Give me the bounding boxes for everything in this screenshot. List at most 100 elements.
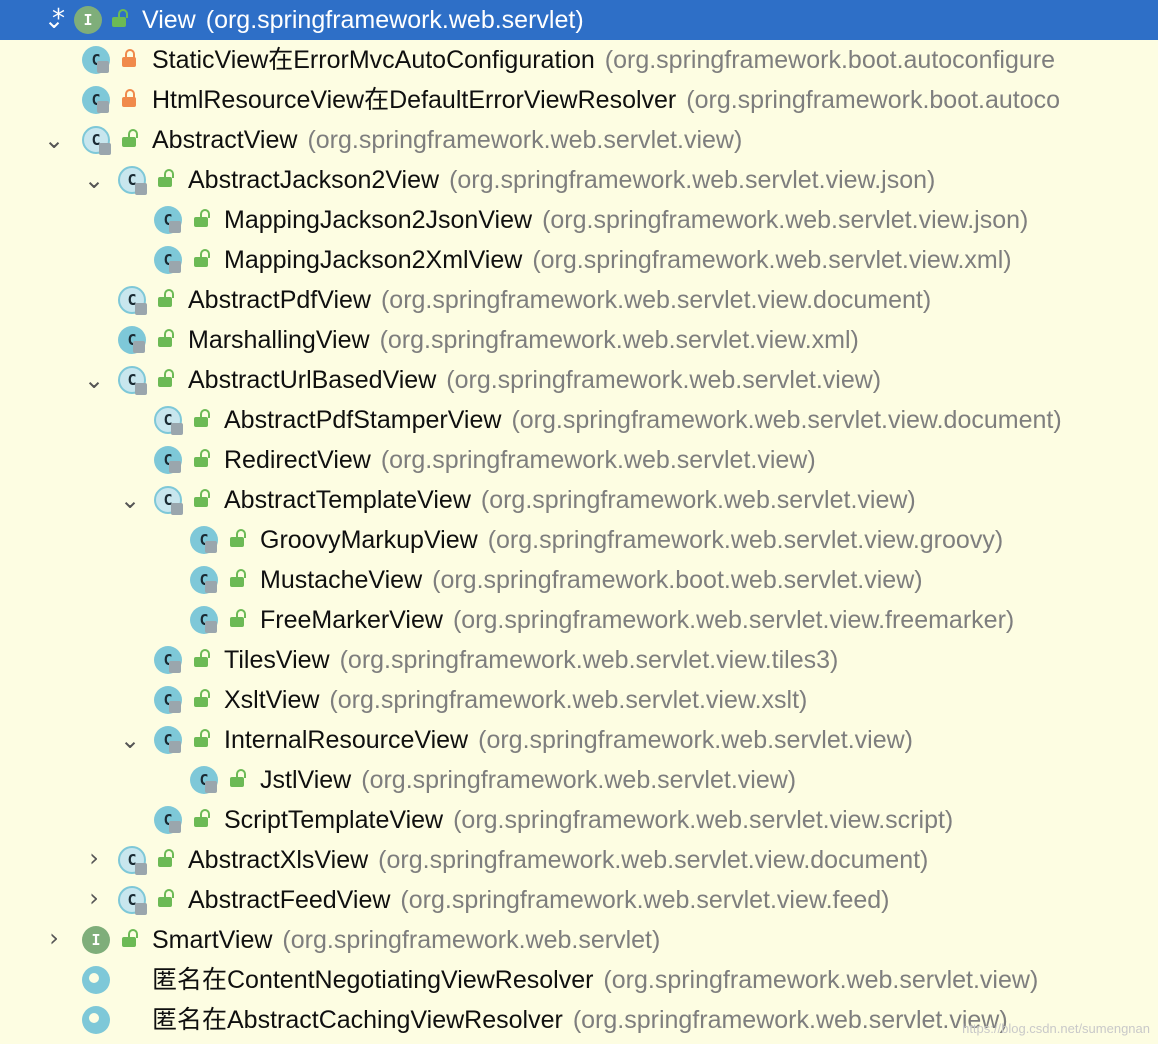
public-access-icon <box>122 929 138 947</box>
package-name: (org.springframework.web.servlet.view) <box>307 126 743 154</box>
tree-row[interactable]: ⌄ C AbstractUrlBasedView (org.springframewo… <box>0 360 1158 400</box>
tree-row[interactable]: C MarshallingView (org.springframework.web… <box>0 320 1158 360</box>
interface-icon: I <box>82 926 110 954</box>
type-name: AbstractUrlBasedView <box>188 366 437 394</box>
package-name: (org.springframework.web.servlet) <box>205 6 584 34</box>
abstract-class-icon: C <box>154 486 183 515</box>
class-icon: C <box>154 806 182 834</box>
tree-row[interactable]: C MustacheView (org.springframework.boot.w… <box>0 560 1158 600</box>
package-name: (org.springframework.web.servlet.view.do… <box>378 846 929 874</box>
tree-row[interactable]: › C AbstractXlsView (org.springframework.we… <box>0 840 1158 880</box>
type-name: StaticView在ErrorMvcAutoConfiguration <box>152 46 595 74</box>
tree-row[interactable]: C JstlView (org.springframework.web.servle… <box>0 760 1158 800</box>
package-name: (org.springframework.web.servlet.view.sc… <box>453 806 954 834</box>
package-name: (org.springframework.boot.autoco <box>686 86 1061 114</box>
class-icon: C <box>82 86 110 114</box>
class-icon: C <box>154 206 182 234</box>
tree-row-label: StaticView在ErrorMvcAutoConfiguration (org… <box>152 46 1055 74</box>
tree-row[interactable]: C XsltView (org.springframework.web.servle… <box>0 680 1158 720</box>
abstract-class-icon: C <box>82 126 111 155</box>
package-name: (org.springframework.web.servlet) <box>282 926 661 954</box>
type-name: AbstractTemplateView <box>224 486 471 514</box>
tree-row[interactable]: 匿名在ContentNegotiatingViewResolver (org.sp… <box>0 960 1158 1000</box>
chevron-down-icon[interactable]: ⌄ <box>84 166 104 194</box>
lock-badge-icon <box>205 781 217 793</box>
public-access-icon <box>230 529 246 547</box>
type-hierarchy-tree: ⌄ * I View (org.springframework.web.servlet)… <box>0 0 1158 1040</box>
tree-row[interactable]: C AbstractPdfStamperView (org.springframew… <box>0 400 1158 440</box>
chevron-down-icon[interactable]: ⌄ <box>84 366 104 394</box>
tree-row-label: MappingJackson2JsonView (org.springframew… <box>224 206 1028 234</box>
tree-row-label: 匿名在AbstractCachingViewResolver (org.sprin… <box>152 1006 1008 1034</box>
tree-row-label: SmartView (org.springframework.web.servle… <box>152 926 660 954</box>
anonymous-class-icon <box>82 966 110 994</box>
tree-row[interactable]: C TilesView (org.springframework.web.servl… <box>0 640 1158 680</box>
abstract-class-icon: C <box>118 366 147 395</box>
package-name: (org.springframework.web.servlet.view) <box>361 766 797 794</box>
lock-badge-icon <box>205 621 217 633</box>
tree-row[interactable]: C FreeMarkerView (org.springframework.web.… <box>0 600 1158 640</box>
public-access-icon <box>194 409 210 427</box>
lock-badge-icon <box>169 221 181 233</box>
public-access-icon <box>194 209 210 227</box>
tree-row-label: AbstractTemplateView (org.springframework… <box>224 486 916 514</box>
chevron-down-icon[interactable]: ⌄ <box>120 486 140 514</box>
tree-row[interactable]: C ScriptTemplateView (org.springframework.… <box>0 800 1158 840</box>
package-name: (org.springframework.web.servlet.view.ti… <box>339 646 839 674</box>
package-name: (org.springframework.boot.autoconfigure <box>604 46 1056 74</box>
type-name: ScriptTemplateView <box>224 806 444 834</box>
tree-row-label: TilesView (org.springframework.web.servle… <box>224 646 838 674</box>
public-access-icon <box>194 489 210 507</box>
tree-row[interactable]: C MappingJackson2JsonView (org.springframe… <box>0 200 1158 240</box>
public-access-icon <box>112 9 128 27</box>
tree-row[interactable]: › C AbstractFeedView (org.springframework.w… <box>0 880 1158 920</box>
type-name: TilesView <box>224 646 330 674</box>
tree-row-label: GroovyMarkupView (org.springframework.web… <box>260 526 1003 554</box>
type-name: JstlView <box>260 766 352 794</box>
tree-row-label: AbstractXlsView (org.springframework.web.… <box>188 846 928 874</box>
abstract-class-icon: C <box>118 886 147 915</box>
tree-row-label: HtmlResourceView在DefaultErrorViewResolve… <box>152 86 1060 114</box>
abstract-class-icon: C <box>118 846 147 875</box>
base-node-marker: * <box>52 4 65 34</box>
tree-row[interactable]: ⌄ * I View (org.springframework.web.servlet) <box>0 0 1158 40</box>
package-name: (org.springframework.web.servlet.view.xm… <box>532 246 1012 274</box>
type-name: FreeMarkerView <box>260 606 443 634</box>
tree-row[interactable]: ⌄ C InternalResourceView (org.springframewo… <box>0 720 1158 760</box>
type-name: AbstractView <box>152 126 298 154</box>
abstract-class-icon: C <box>118 286 147 315</box>
type-name: View <box>142 6 196 34</box>
tree-row[interactable]: ⌄ C AbstractTemplateView (org.springframewo… <box>0 480 1158 520</box>
chevron-down-icon[interactable]: ⌄ <box>44 126 64 154</box>
tree-row[interactable]: › I SmartView (org.springframework.web.serv… <box>0 920 1158 960</box>
tree-row[interactable]: C AbstractPdfView (org.springframework.web… <box>0 280 1158 320</box>
lock-badge-icon <box>97 101 109 113</box>
class-icon: C <box>154 726 182 754</box>
tree-row[interactable]: C MappingJackson2XmlView (org.springframew… <box>0 240 1158 280</box>
chevron-down-icon[interactable]: ⌄ <box>120 726 140 754</box>
package-name: (org.springframework.web.servlet.view.xm… <box>379 326 859 354</box>
public-access-icon <box>230 769 246 787</box>
package-name: (org.springframework.web.servlet.view) <box>480 486 916 514</box>
tree-row[interactable]: C GroovyMarkupView (org.springframework.we… <box>0 520 1158 560</box>
lock-badge-icon <box>135 183 147 195</box>
type-name: AbstractPdfStamperView <box>224 406 502 434</box>
chevron-right-icon[interactable]: › <box>84 844 104 872</box>
package-name: (org.springframework.web.servlet.view.do… <box>511 406 1062 434</box>
class-icon: C <box>190 526 218 554</box>
tree-row-label: AbstractPdfView (org.springframework.web.… <box>188 286 931 314</box>
type-name: InternalResourceView <box>224 726 469 754</box>
tree-row-label: MustacheView (org.springframework.boot.we… <box>260 566 923 594</box>
lock-badge-icon <box>171 503 183 515</box>
tree-row[interactable]: ⌄ C AbstractJackson2View (org.springframewo… <box>0 160 1158 200</box>
chevron-right-icon[interactable]: › <box>84 884 104 912</box>
tree-row[interactable]: ⌄ C AbstractView (org.springframework.web.s… <box>0 120 1158 160</box>
tree-row[interactable]: C StaticView在ErrorMvcAutoConfiguration (or… <box>0 40 1158 80</box>
private-access-icon <box>122 49 136 67</box>
package-name: (org.springframework.web.servlet.view) <box>478 726 913 754</box>
public-access-icon <box>158 169 174 187</box>
chevron-right-icon[interactable]: › <box>44 924 64 952</box>
lock-badge-icon <box>99 143 111 155</box>
tree-row[interactable]: C RedirectView (org.springframework.web.se… <box>0 440 1158 480</box>
tree-row[interactable]: C HtmlResourceView在DefaultErrorViewResolv… <box>0 80 1158 120</box>
